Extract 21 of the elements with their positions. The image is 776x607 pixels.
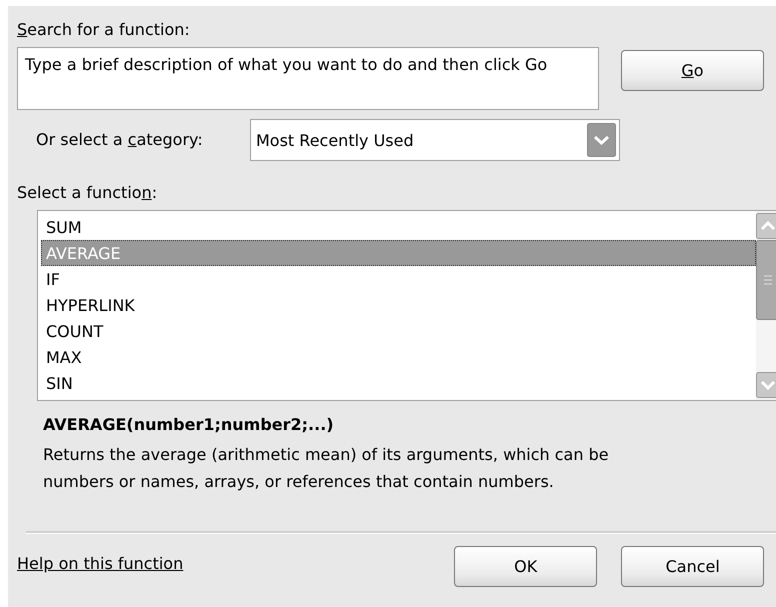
function-item[interactable]: HYPERLINK	[41, 292, 756, 318]
function-item[interactable]: COUNT	[41, 318, 756, 344]
scroll-thumb[interactable]	[756, 240, 776, 320]
function-item[interactable]: SIN	[41, 370, 756, 396]
ok-button[interactable]: OK	[454, 546, 598, 587]
help-link[interactable]: Help on this function	[17, 554, 184, 573]
category-dropdown[interactable]: Most Recently Used	[250, 119, 620, 161]
function-list-label: Select a function:	[17, 183, 158, 203]
function-item[interactable]: SUM	[41, 214, 756, 240]
function-item[interactable]: IF	[41, 266, 756, 292]
function-description: Returns the average (arithmetic mean) of its arguments, which can be numbers or names, arrays, or references that contain numbers.	[43, 444, 610, 493]
function-signature: AVERAGE(number1;number2;...)	[43, 414, 334, 436]
function-item[interactable]: MAX	[41, 344, 756, 370]
go-button[interactable]: Go	[621, 50, 764, 91]
cancel-button[interactable]: Cancel	[621, 546, 764, 587]
function-list[interactable]: SUM AVERAGE IF HYPERLINK COUNT MAX SIN	[37, 210, 776, 401]
scroll-up-icon[interactable]	[756, 213, 776, 239]
category-label: Or select a category:	[36, 130, 203, 150]
search-field[interactable]: Type a brief description of what you want to do and then click Go	[17, 47, 599, 110]
scroll-down-icon[interactable]	[756, 372, 776, 398]
search-label: Search for a function:	[17, 20, 191, 40]
